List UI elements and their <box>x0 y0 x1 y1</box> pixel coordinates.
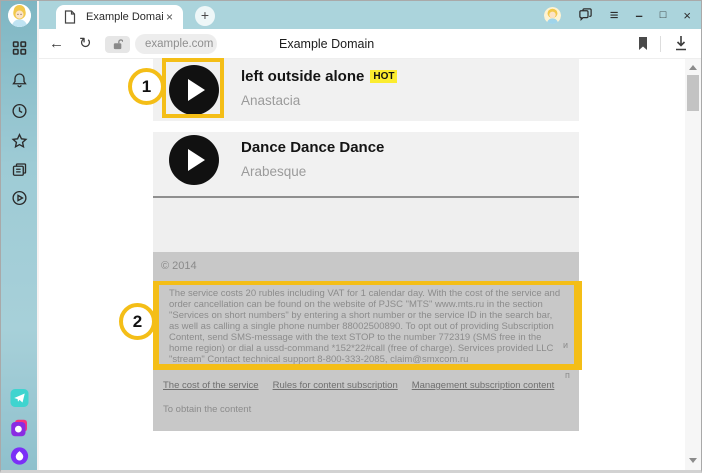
legal-text-box: The service costs 20 rubles including VA… <box>155 281 578 368</box>
profile-avatar[interactable] <box>8 4 31 27</box>
download-icon <box>673 34 689 52</box>
track-artist: Arabesque <box>241 164 384 179</box>
chat-panel-button[interactable] <box>578 7 593 24</box>
avatar-girl-icon <box>8 4 31 27</box>
address-bar[interactable]: example.com <box>135 34 217 54</box>
browser-window: Example Domain × + ≡ – □ <box>0 0 702 473</box>
collections-button[interactable] <box>10 160 29 179</box>
minimize-button[interactable]: – <box>636 9 643 22</box>
chat-bubbles-icon <box>578 7 593 22</box>
extension-avatar-button[interactable] <box>544 7 561 24</box>
callout-1: 1 <box>128 68 165 105</box>
toolbar-divider <box>660 36 661 52</box>
toolbar: ← ↻ example.com Example Domain <box>39 29 701 59</box>
hot-badge: HOT <box>370 70 397 83</box>
footer-links: The cost of the service Rules for conten… <box>163 380 554 391</box>
purple-app-icon <box>10 419 28 437</box>
history-button[interactable] <box>10 101 29 120</box>
legal-text: The service costs 20 rubles including VA… <box>169 288 564 365</box>
video-button[interactable] <box>10 188 29 207</box>
maximize-button[interactable]: □ <box>660 10 667 21</box>
stray-char: п <box>565 370 570 380</box>
alice-assistant-button[interactable] <box>8 444 31 467</box>
avatar-emoji-icon <box>544 7 561 24</box>
footer-link-cost[interactable]: The cost of the service <box>163 380 259 391</box>
bookmark-button[interactable] <box>636 36 650 51</box>
app-shortcut-button[interactable] <box>8 416 31 439</box>
open-lock-icon <box>113 39 123 50</box>
back-button[interactable]: ← <box>49 35 64 53</box>
menu-button[interactable]: ≡ <box>610 8 619 23</box>
messenger-plane-icon <box>10 389 28 407</box>
apps-grid-button[interactable] <box>10 38 29 57</box>
track-row: Dance Dance Dance Arabesque <box>153 132 579 196</box>
page-scrollbar <box>685 59 701 471</box>
bookmarks-button[interactable] <box>10 131 29 150</box>
clock-icon <box>10 102 28 120</box>
scroll-up-button[interactable] <box>689 65 697 70</box>
browser-sidebar <box>1 1 39 470</box>
track-artist: Anastacia <box>241 93 397 108</box>
play-button-track2[interactable] <box>169 135 219 185</box>
page-title: Example Domain <box>279 37 374 51</box>
empty-section <box>153 198 579 252</box>
bell-icon <box>10 71 28 89</box>
grid-icon <box>10 39 28 57</box>
web-page: left outside alone HOT Anastacia Dance Da… <box>39 59 687 471</box>
track-title: left outside alone <box>241 68 364 85</box>
messenger-button[interactable] <box>8 386 31 409</box>
play-circle-icon <box>10 189 28 207</box>
browser-tab[interactable]: Example Domain × <box>56 5 183 29</box>
document-icon <box>64 10 76 24</box>
reload-button[interactable]: ↻ <box>79 35 92 53</box>
page-footer: © 2014 The service costs 20 rubles inclu… <box>153 252 579 431</box>
collections-icon <box>10 161 28 179</box>
bookmark-flag-icon <box>636 36 650 51</box>
scrollbar-thumb[interactable] <box>687 75 699 111</box>
footer-note: To obtain the content <box>163 404 251 415</box>
star-icon <box>10 132 28 150</box>
copyright-text: © 2014 <box>161 260 197 272</box>
alice-icon <box>10 447 28 465</box>
site-security-button[interactable] <box>105 36 130 53</box>
track-row: left outside alone HOT Anastacia <box>153 59 579 121</box>
track-title: Dance Dance Dance <box>241 139 384 156</box>
footer-link-management[interactable]: Management subscription content <box>412 380 555 391</box>
stray-char: и <box>563 340 568 350</box>
tab-title: Example Domain <box>86 11 164 23</box>
scroll-down-button[interactable] <box>689 458 697 463</box>
play-button-track1[interactable] <box>169 65 219 115</box>
new-tab-button[interactable]: + <box>195 6 215 26</box>
notifications-button[interactable] <box>10 70 29 89</box>
close-window-button[interactable]: × <box>683 9 691 22</box>
download-button[interactable] <box>673 34 689 52</box>
callout-2: 2 <box>119 303 156 340</box>
titlebar: Example Domain × + ≡ – □ <box>39 1 701 29</box>
tab-close-button[interactable]: × <box>164 10 175 24</box>
footer-link-rules[interactable]: Rules for content subscription <box>273 380 398 391</box>
